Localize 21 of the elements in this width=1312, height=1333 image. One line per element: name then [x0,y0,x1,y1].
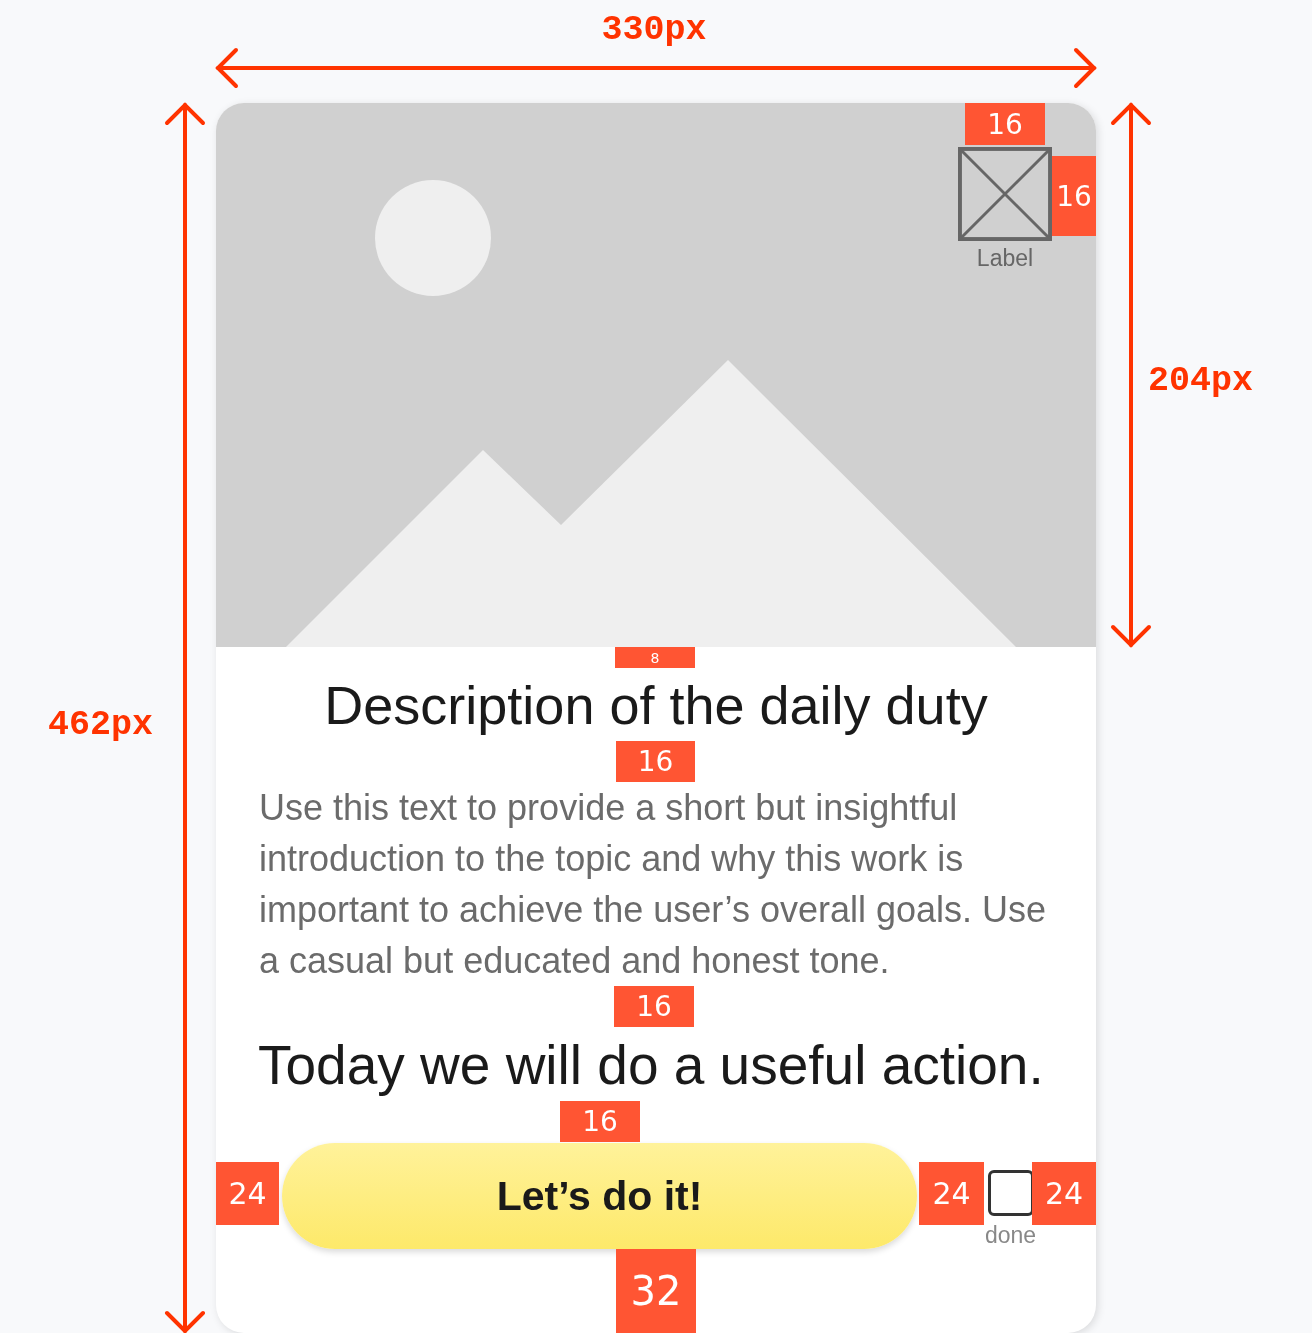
spacing-label: 16 [614,986,694,1027]
spacing-label: 8 [615,647,695,668]
dimension-label: 204px [1148,360,1254,403]
spacing-label: 16 [1052,156,1096,236]
action-button[interactable]: Let’s do it! [282,1143,917,1249]
done-checkbox[interactable] [987,1170,1034,1216]
spacing-label: 16 [616,741,695,782]
image-placeholder-icon [958,147,1052,241]
card-title: Description of the daily duty [323,677,989,733]
dimension-label: 330px [601,9,707,52]
checkbox-label: done [985,1222,1037,1249]
spacing-label: 32 [616,1249,696,1333]
dimension-label: 462px [48,704,154,747]
spacing-label: 24 [216,1162,279,1225]
description-text: Use this text to provide a short but insightful introduction to the topic and why this work is important to achieve the user’s overall goals. Use a casual but educated and honest tone. [259,786,1048,983]
action-text: Today we will do a useful action. [258,1035,1045,1095]
spacing-label: 16 [965,103,1045,145]
badge-label: Label [976,245,1034,272]
spacing-label: 24 [1032,1162,1096,1225]
spacing-label: 24 [919,1162,984,1225]
spacing-label: 16 [560,1101,640,1142]
